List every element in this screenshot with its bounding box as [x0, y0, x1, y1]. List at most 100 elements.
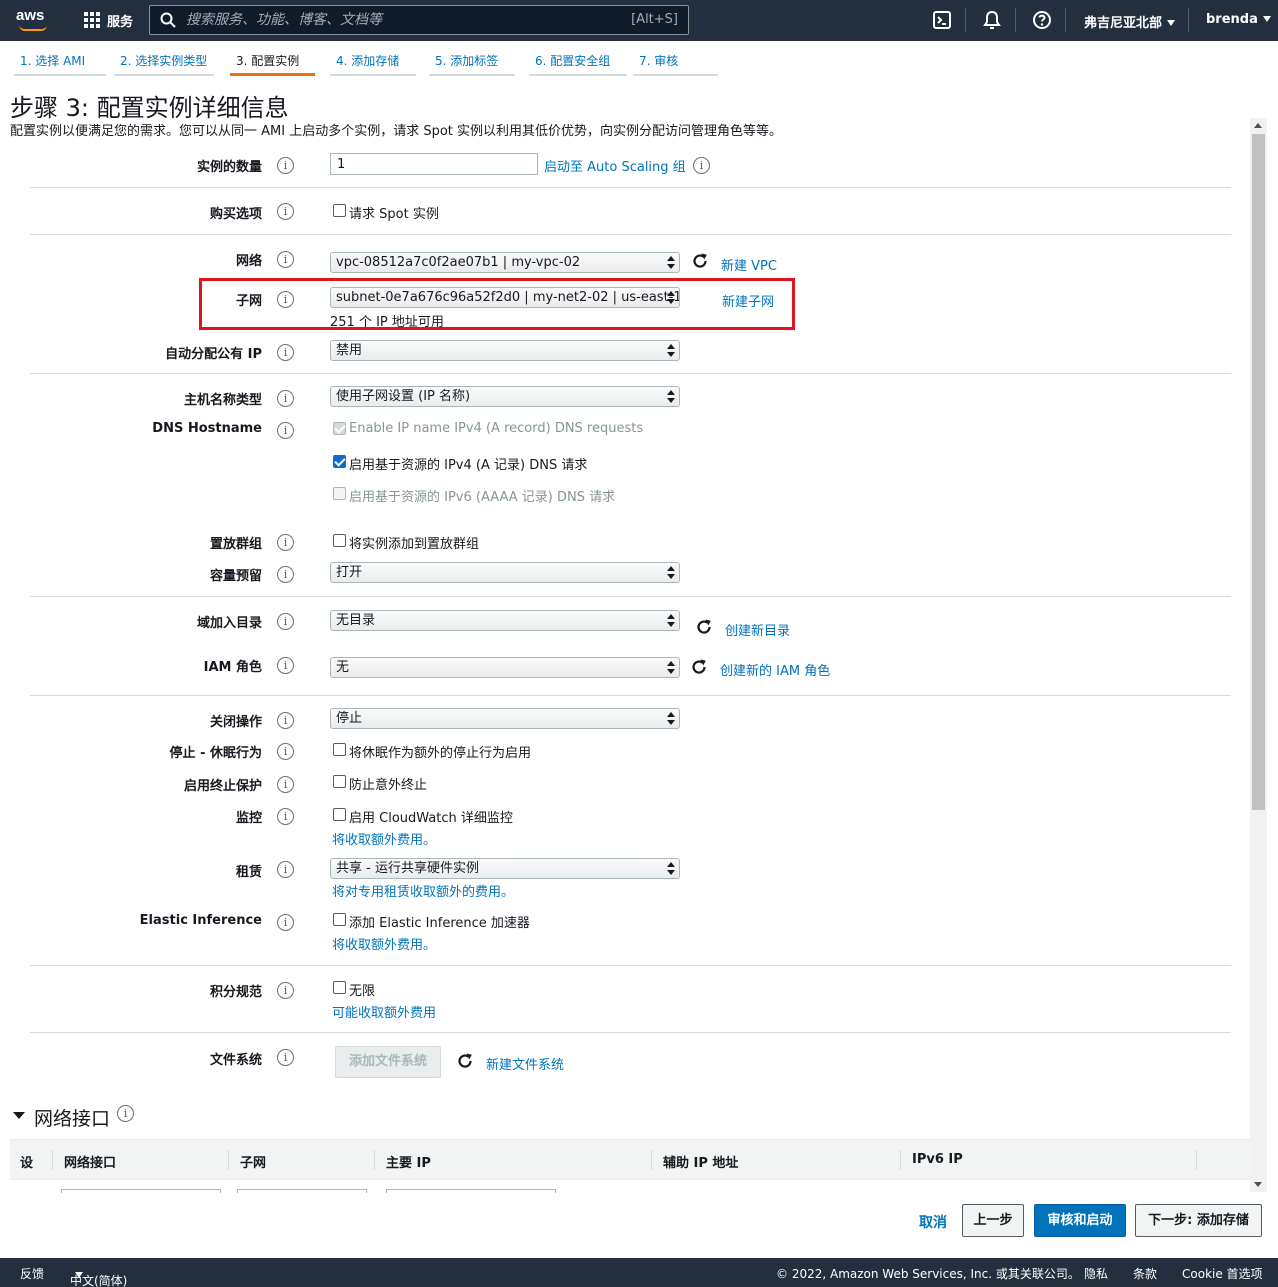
iam-role-label: IAM 角色 [203, 660, 262, 675]
refresh-icon[interactable] [690, 658, 708, 676]
privacy-link[interactable]: 隐私 [1084, 1265, 1108, 1282]
instance-count-input[interactable] [330, 153, 538, 175]
user-name: brenda [1206, 12, 1258, 27]
create-file-system-link[interactable]: 新建文件系统 [486, 1054, 564, 1073]
aws-logo[interactable]: aws [16, 8, 52, 34]
elastic-inference-charges-link[interactable]: 将收取额外费用。 [332, 934, 436, 953]
iam-role-select[interactable]: 无 [330, 657, 680, 678]
tab-configure-instance[interactable]: 3. 配置实例 [230, 52, 315, 76]
refresh-icon[interactable] [691, 252, 709, 270]
info-icon[interactable]: i [117, 1105, 134, 1122]
monitoring-charges-link[interactable]: 将收取额外费用。 [332, 829, 436, 848]
vertical-scrollbar[interactable] [1250, 118, 1267, 1192]
cancel-button[interactable]: 取消 [919, 1212, 947, 1232]
info-icon[interactable]: i [277, 251, 294, 268]
info-icon[interactable]: i [277, 914, 294, 931]
credit-charges-link[interactable]: 可能收取额外费用 [332, 1002, 436, 1021]
domain-join-select[interactable]: 无目录 [330, 610, 680, 631]
resource-ipv6-dns-checkbox [333, 487, 346, 500]
primary-ip-field[interactable] [386, 1189, 556, 1193]
create-iam-role-link[interactable]: 创建新的 IAM 角色 [720, 660, 830, 679]
tab-choose-ami[interactable]: 1. 选择 AMI [14, 52, 106, 76]
info-icon[interactable]: i [277, 982, 294, 999]
public-ip-label: 自动分配公有 IP [165, 347, 262, 362]
tab-add-tags[interactable]: 5. 添加标签 [429, 52, 515, 76]
search-box[interactable]: [Alt+S] [149, 5, 689, 35]
dedicated-tenancy-charges-link[interactable]: 将对专用租赁收取额外的费用。 [332, 881, 514, 900]
region-selector[interactable]: 弗吉尼亚北部 [1084, 12, 1176, 31]
column-header: 设 [20, 1156, 34, 1171]
create-subnet-link[interactable]: 新建子网 [722, 291, 774, 310]
info-icon[interactable]: i [277, 344, 294, 361]
info-icon[interactable]: i [277, 566, 294, 583]
network-select[interactable]: vpc-08512a7c0f2ae07b1 | my-vpc-02 [330, 252, 680, 273]
launch-into-auto-scaling-link[interactable]: 启动至 Auto Scaling 组 [544, 156, 686, 175]
review-and-launch-button[interactable]: 审核和启动 [1034, 1204, 1126, 1237]
placement-group-checkbox[interactable] [333, 534, 346, 547]
create-directory-link[interactable]: 创建新目录 [725, 620, 790, 639]
hibernate-checkbox[interactable] [333, 743, 346, 756]
info-icon[interactable]: i [277, 743, 294, 760]
info-icon[interactable]: i [277, 808, 294, 825]
info-icon[interactable]: i [277, 291, 294, 308]
refresh-icon[interactable] [695, 618, 713, 636]
page-title: 步骤 3: 配置实例详细信息 [10, 94, 289, 122]
info-icon[interactable]: i [277, 422, 294, 439]
info-icon[interactable]: i [277, 157, 294, 174]
subnet-available-ips: 251 个 IP 地址可用 [330, 315, 444, 330]
page-description: 配置实例以便满足您的需求。您可以从同一 AMI 上启动多个实例，请求 Spot … [10, 124, 783, 139]
info-icon[interactable]: i [277, 534, 294, 551]
shutdown-behavior-label: 关闭操作 [209, 715, 262, 730]
info-icon[interactable]: i [277, 657, 294, 674]
tab-add-storage[interactable]: 4. 添加存储 [330, 52, 416, 76]
tab-review[interactable]: 7. 审核 [633, 52, 718, 76]
cloudwatch-monitoring-checkbox[interactable] [333, 808, 346, 821]
network-select-value: vpc-08512a7c0f2ae07b1 | my-vpc-02 [336, 255, 581, 270]
resource-ipv4-dns-checkbox[interactable] [333, 455, 346, 468]
tenancy-label: 租赁 [235, 865, 262, 880]
feedback-link[interactable]: 反馈 [20, 1265, 44, 1282]
network-interface-field[interactable] [61, 1189, 221, 1193]
cookie-preferences-link[interactable]: Cookie 首选项 [1182, 1265, 1263, 1282]
info-icon[interactable]: i [277, 203, 294, 220]
info-icon[interactable]: i [277, 712, 294, 729]
elastic-inference-checkbox[interactable] [333, 913, 346, 926]
termination-protection-checkbox[interactable] [333, 775, 346, 788]
scrollbar-thumb[interactable] [1252, 134, 1265, 810]
scroll-up-arrow-icon[interactable] [1254, 123, 1262, 128]
info-icon[interactable]: i [277, 613, 294, 630]
shutdown-behavior-select[interactable]: 停止 [330, 708, 680, 729]
footer: 反馈 中文(简体) © 2022, Amazon Web Services, I… [0, 1258, 1278, 1287]
services-menu-button[interactable]: 服务 [84, 11, 133, 30]
create-vpc-link[interactable]: 新建 VPC [721, 255, 777, 274]
search-input[interactable] [186, 10, 616, 30]
hibernate-checkbox-label: 将休眠作为额外的停止行为启用 [349, 746, 532, 761]
previous-button[interactable]: 上一步 [962, 1204, 1024, 1237]
info-icon[interactable]: i [693, 157, 710, 174]
bell-icon[interactable] [982, 10, 1002, 30]
hostname-type-select[interactable]: 使用子网设置 (IP 名称) [330, 386, 680, 407]
terminal-icon[interactable] [932, 10, 952, 30]
divider [30, 965, 1231, 966]
info-icon[interactable]: i [277, 861, 294, 878]
spot-instance-checkbox[interactable] [333, 204, 346, 217]
subnet-field[interactable] [237, 1189, 367, 1193]
info-icon[interactable]: i [277, 1049, 294, 1066]
terms-link[interactable]: 条款 [1133, 1265, 1157, 1282]
help-icon[interactable] [1032, 10, 1052, 30]
tab-choose-instance-type[interactable]: 2. 选择实例类型 [114, 52, 214, 76]
info-icon[interactable]: i [277, 776, 294, 793]
collapse-caret-icon[interactable] [13, 1112, 25, 1119]
unlimited-credit-checkbox[interactable] [333, 981, 346, 994]
column-header: 子网 [240, 1156, 267, 1171]
public-ip-select[interactable]: 禁用 [330, 340, 680, 361]
capacity-reservation-select[interactable]: 打开 [330, 562, 680, 583]
refresh-icon[interactable] [456, 1052, 474, 1070]
scroll-down-arrow-icon[interactable] [1254, 1182, 1262, 1187]
info-icon[interactable]: i [277, 390, 294, 407]
user-menu[interactable]: brenda [1206, 12, 1271, 27]
tenancy-select[interactable]: 共享 - 运行共享硬件实例 [330, 858, 680, 879]
subnet-select[interactable]: subnet-0e7a676c96a52f2d0 | my-net2-02 | … [330, 287, 680, 308]
next-add-storage-button[interactable]: 下一步: 添加存储 [1135, 1204, 1262, 1237]
tab-configure-security-group[interactable]: 6. 配置安全组 [529, 52, 627, 76]
